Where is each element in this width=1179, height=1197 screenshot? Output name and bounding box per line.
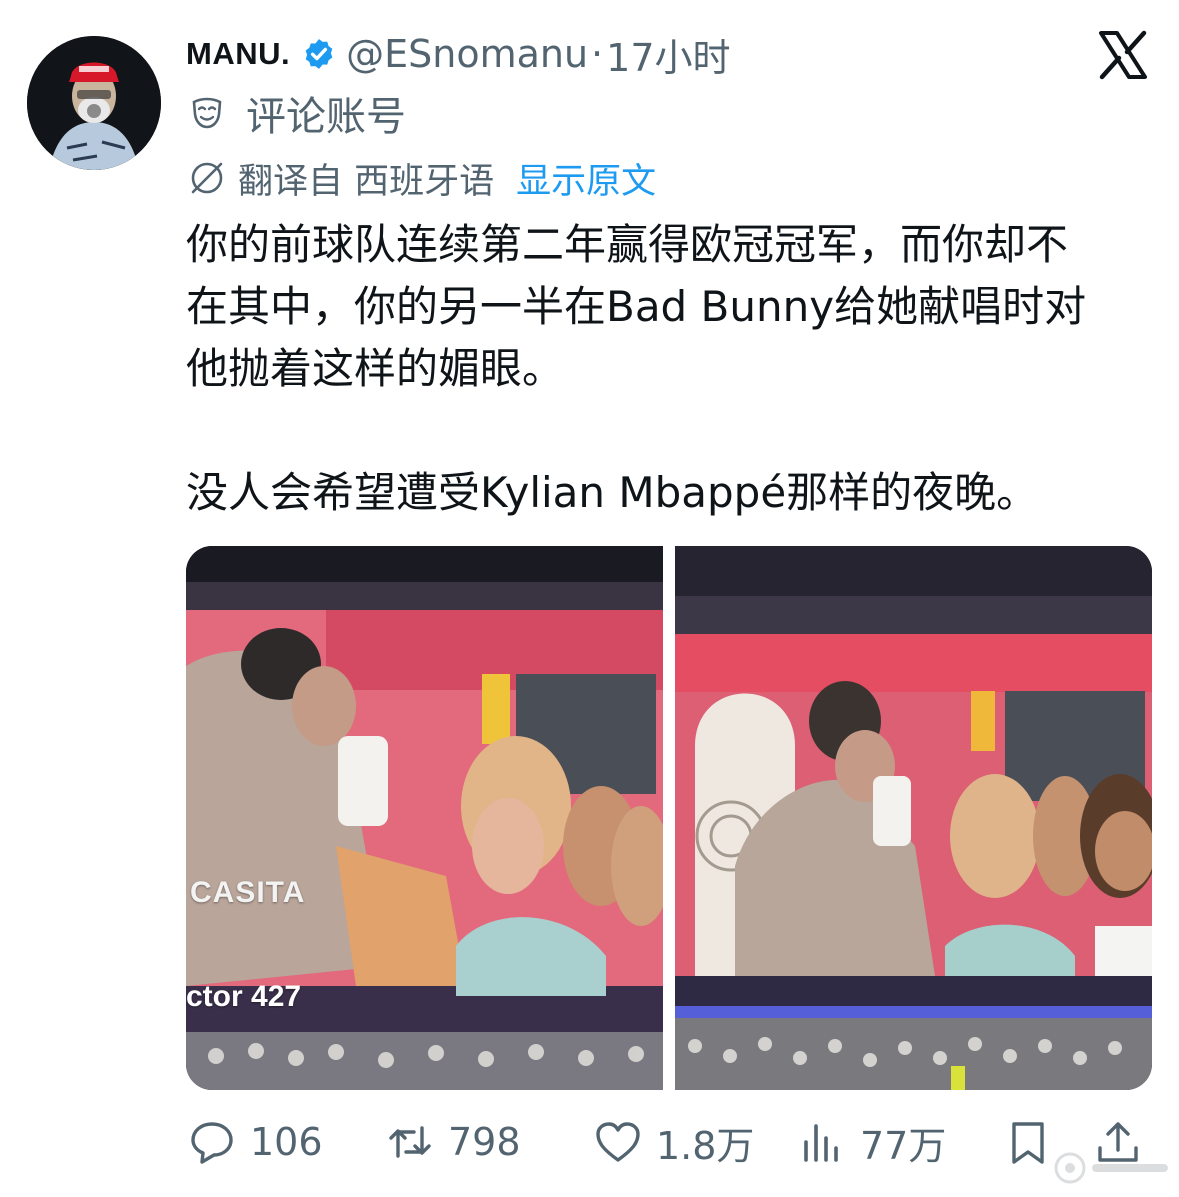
show-original-link[interactable]: 显示原文 [516,153,656,204]
views-chart-icon [804,1124,838,1162]
reply-button[interactable]: 106 [188,1112,323,1172]
author-handle[interactable]: @ESnomanu [346,32,588,76]
heart-icon [596,1122,640,1162]
separator-dot: · [591,32,604,76]
timestamp[interactable]: 17小时 [606,27,730,82]
bookmark-icon [1012,1122,1044,1164]
photo-overlay-sector: ctor 427 [186,980,302,1013]
avatar-image [27,36,161,170]
photo-1[interactable]: CASITA ctor 427 [186,546,663,1090]
retweet-icon [389,1126,431,1158]
views-button[interactable]: 77万 [798,1112,946,1172]
x-logo-icon[interactable] [1098,30,1148,80]
community-label[interactable]: 评论账号 [246,84,406,142]
translated-from-label: 翻译自 西班牙语 [238,161,495,202]
mask-icon [192,97,222,129]
verified-badge-icon [305,39,333,69]
avatar[interactable] [27,36,161,170]
photo-overlay-casita: CASITA [190,876,306,909]
media-grid: CASITA ctor 427 [186,546,1152,1090]
retweet-count: 798 [448,1120,521,1164]
reply-icon [191,1122,233,1164]
translate-icon [191,162,223,194]
tweet-text: 你的前球队连续第二年赢得欧冠冠军，而你却不 在其中，你的另一半在Bad Bunn… [186,220,1087,517]
like-button[interactable]: 1.8万 [594,1112,754,1172]
views-count: 77万 [860,1123,947,1168]
reply-count: 106 [250,1120,323,1164]
display-name[interactable]: MANU. [186,36,290,72]
translation-row: 翻译自 西班牙语 显示原文 [188,154,656,202]
photo-2[interactable] [675,546,1152,1090]
action-bar: 106 798 1.8万 77万 [186,1112,1152,1172]
author-row: MANU. @ESnomanu · 17小时 [186,26,731,82]
watermark-icon [1054,1152,1168,1184]
concert-photo-2 [675,546,1152,1090]
community-row: 评论账号 [190,86,406,140]
like-count: 1.8万 [656,1123,755,1168]
retweet-button[interactable]: 798 [386,1112,521,1172]
